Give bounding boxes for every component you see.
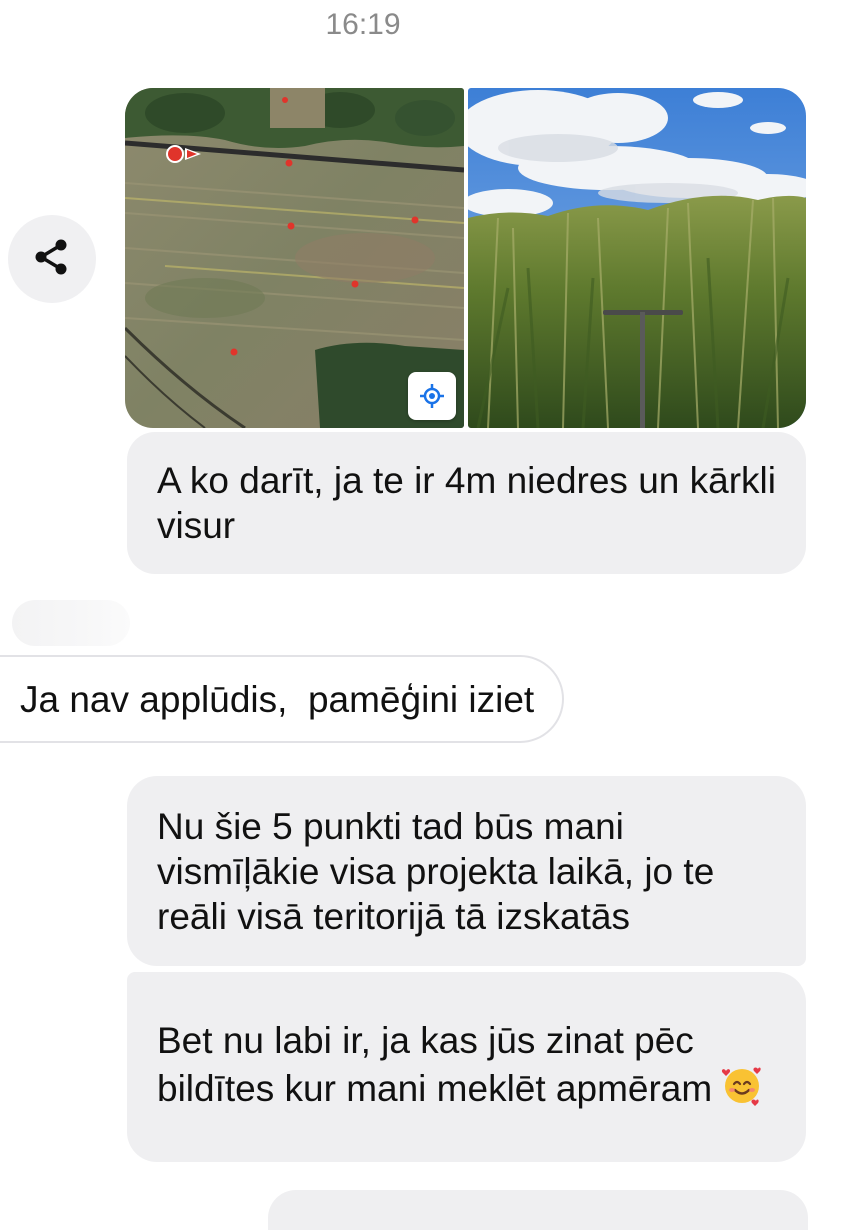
message-outgoing-2[interactable]: Nu šie 5 punkti tad būs mani vismīļākie … xyxy=(127,776,806,966)
media-attachments xyxy=(125,88,806,428)
reed-field-photo xyxy=(468,88,806,428)
map-attachment[interactable] xyxy=(125,88,464,428)
share-button[interactable] xyxy=(8,215,96,303)
message-text: Ja nav applūdis, pamēģini iziet xyxy=(20,678,535,720)
photo-attachment[interactable] xyxy=(468,88,806,428)
sender-avatar-blurred xyxy=(12,600,130,646)
message-timestamp: 16:19 xyxy=(325,8,401,41)
message-text-container: Bet nu labi ir, ja kas jūs zinat pēc bil… xyxy=(157,1018,786,1117)
message-text: Bet nu labi ir, ja kas jūs zinat pēc bil… xyxy=(157,1019,713,1109)
message-text: A ko darīt, ja te ir 4m niedres un kārkl… xyxy=(157,460,776,546)
next-message-peek xyxy=(268,1190,808,1230)
share-icon xyxy=(32,237,72,282)
message-text: Nu šie 5 punkti tad būs mani vismīļākie … xyxy=(157,805,715,937)
message-outgoing-3[interactable]: Bet nu labi ir, ja kas jūs zinat pēc bil… xyxy=(127,972,806,1162)
message-outgoing-1[interactable]: A ko darīt, ja te ir 4m niedres un kārkl… xyxy=(127,432,806,574)
my-location-icon xyxy=(419,383,445,409)
message-incoming-1[interactable]: Ja nav applūdis, pamēģini iziet xyxy=(0,655,565,743)
map-locate-button[interactable] xyxy=(408,372,456,420)
smiling-face-with-hearts-emoji xyxy=(720,1063,764,1117)
